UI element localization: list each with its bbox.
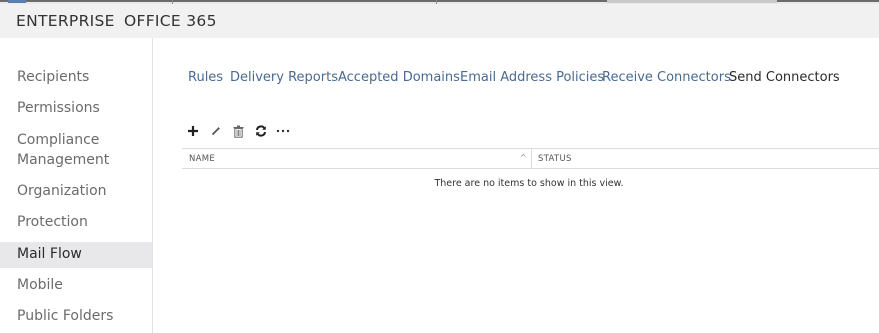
refresh-icon[interactable]: [253, 122, 269, 140]
sidebar-item-mail-flow[interactable]: Mail Flow: [0, 242, 152, 268]
tab-rules[interactable]: Rules: [188, 70, 223, 85]
tab-delivery-reports[interactable]: Delivery Reports: [230, 70, 338, 85]
column-divider[interactable]: [531, 149, 532, 168]
sidebar-item-public-folders[interactable]: Public Folders: [0, 306, 152, 326]
sidebar-item-protection[interactable]: Protection: [0, 212, 152, 232]
product-title: OFFICE 365: [124, 12, 217, 30]
pencil-icon[interactable]: [208, 122, 224, 140]
sidebar-item-permissions[interactable]: Permissions: [0, 98, 152, 118]
app-icon-strip: [8, 0, 26, 3]
more-icon[interactable]: [275, 122, 291, 140]
sidebar-item-organization[interactable]: Organization: [0, 181, 152, 201]
top-header: ENTERPRISE OFFICE 365: [0, 4, 879, 38]
column-header-name[interactable]: NAME: [189, 149, 215, 168]
empty-list-message: There are no items to show in this view.: [434, 178, 624, 189]
sidebar-item-mobile[interactable]: Mobile: [0, 275, 152, 295]
tab-receive-connectors[interactable]: Receive Connectors: [602, 70, 731, 85]
tab-email-address-policies[interactable]: Email Address Policies: [460, 70, 604, 85]
grid-header: NAME ^ STATUS: [182, 148, 879, 169]
sidebar-item-compliance[interactable]: Compliance: [0, 130, 152, 150]
sort-ascending-icon[interactable]: ^: [520, 153, 527, 162]
sidebar-item-recipients[interactable]: Recipients: [0, 67, 152, 87]
column-header-status[interactable]: STATUS: [538, 149, 572, 168]
browser-tab-strip: [607, 0, 777, 3]
tab-accepted-domains[interactable]: Accepted Domains: [338, 70, 460, 85]
tab-send-connectors[interactable]: Send Connectors: [729, 70, 840, 85]
sidebar-nav: Recipients Permissions Compliance Manage…: [0, 38, 153, 333]
brand-title: ENTERPRISE: [16, 12, 115, 30]
trash-icon[interactable]: [230, 122, 246, 140]
plus-icon[interactable]: [185, 122, 201, 140]
sidebar-item-compliance-management[interactable]: Management: [0, 150, 152, 170]
